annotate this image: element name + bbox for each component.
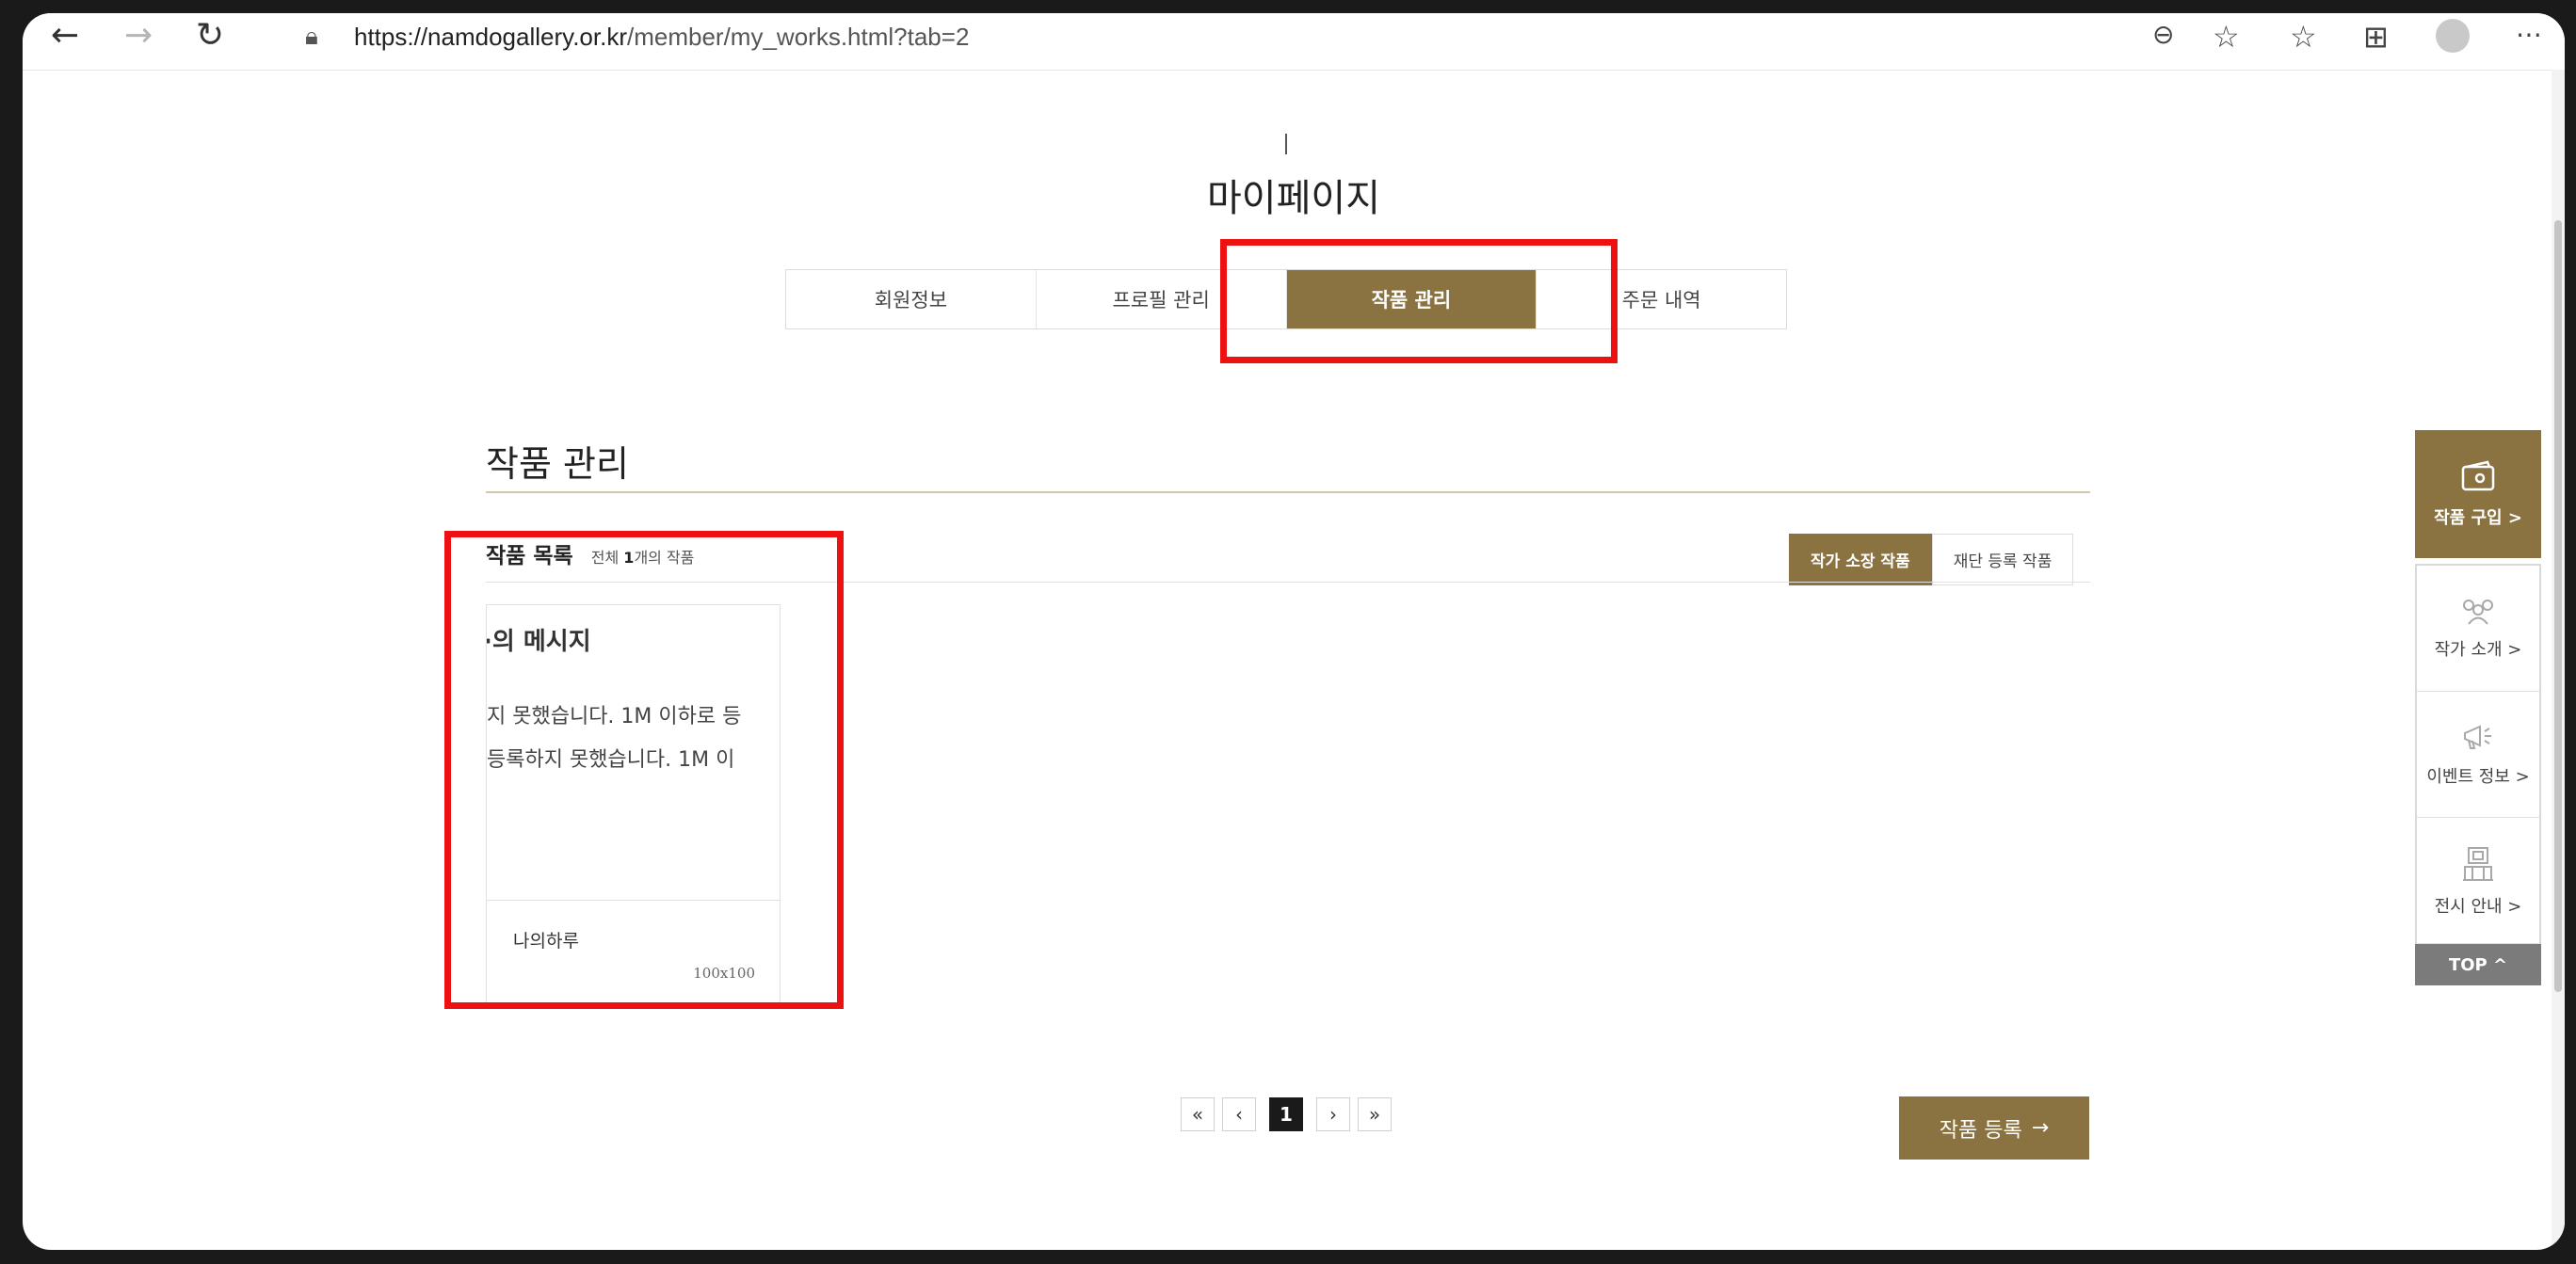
section-title: 작품 관리 [486,443,629,485]
browser-window: ← → ↻ 🔒︎ https://namdogallery.or.kr/memb… [23,13,2565,1250]
page-prev-button[interactable]: ‹ [1222,1097,1256,1131]
lock-icon: 🔒︎ [305,23,318,51]
title-divider [1285,134,1287,154]
forward-icon[interactable]: → [124,17,153,55]
tab-member-info[interactable]: 회원정보 [786,270,1037,328]
people-icon [2463,599,2493,625]
wallet-icon [2461,460,2495,491]
quick-event-info-label: 이벤트 정보 > [2426,766,2530,787]
tab-orders[interactable]: 주문 내역 [1537,270,1786,328]
thumbnail-message-line: 등록하지 못했습니다. 1M 이 [487,748,735,772]
register-work-label: 작품 등록 [1939,1118,2022,1143]
thumbnail-message-line: 지 못했습니다. 1M 이하로 등 [487,705,742,728]
quick-exhibition-guide-label: 전시 안내 > [2434,896,2522,917]
page-title: 마이페이지 [1207,177,1380,220]
work-title[interactable]: 나의하루 [513,927,579,952]
favorites-icon[interactable]: ☆ [2290,19,2317,55]
page-next-button[interactable]: › [1316,1097,1350,1131]
quick-exhibition-guide[interactable]: 전시 안내 > [2417,818,2539,944]
work-size: 100x100 [693,965,755,982]
works-count: 전체 1개의 작품 [590,549,695,567]
url-text[interactable]: https://namdogallery.or.kr/member/my_wor… [354,23,969,52]
refresh-icon[interactable]: ↻ [196,17,224,55]
list-header: 작품 목록 전체 1개의 작품 [486,537,694,569]
quick-menu-list: 작가 소개 > 이벤트 정보 > 전시 안내 > [2415,564,2541,944]
page-current-button[interactable]: 1 [1269,1097,1303,1131]
profile-avatar[interactable] [2436,19,2470,53]
list-title: 작품 목록 [486,544,573,568]
favorite-add-icon[interactable]: ☆ [2213,19,2240,55]
tab-profile[interactable]: 프로필 관리 [1037,270,1287,328]
section-divider [486,491,2090,493]
scroll-top-button[interactable]: TOP ^ [2415,944,2541,985]
list-divider [486,582,2090,583]
work-card[interactable]: ·의 메시지 지 못했습니다. 1M 이하로 등 등록하지 못했습니다. 1M … [486,604,781,1003]
filter-foundation-registered-button[interactable]: 재단 등록 작품 [1931,534,2074,585]
exhibition-icon [2463,846,2493,881]
scrollbar[interactable] [2552,70,2565,1250]
filter-artist-owned-button[interactable]: 작가 소장 작품 [1789,534,1932,585]
scrollbar-thumb[interactable] [2554,220,2562,992]
megaphone-icon [2464,724,2491,749]
arrow-right-icon: → [2031,1116,2050,1140]
work-thumbnail[interactable]: ·의 메시지 지 못했습니다. 1M 이하로 등 등록하지 못했습니다. 1M … [487,605,780,901]
thumbnail-message-title: ·의 메시지 [487,628,591,656]
page-first-button[interactable]: « [1181,1097,1215,1131]
browser-toolbar: ← → ↻ 🔒︎ https://namdogallery.or.kr/memb… [23,13,2565,71]
quick-artist-intro[interactable]: 작가 소개 > [2417,566,2539,692]
back-icon[interactable]: ← [51,17,79,55]
register-work-button[interactable]: 작품 등록 → [1899,1096,2089,1160]
collections-icon[interactable]: ⊞ [2363,19,2389,55]
tab-works[interactable]: 작품 관리 [1286,270,1538,328]
quick-buy-label: 작품 구입 > [2434,508,2522,528]
address-bar[interactable]: 🔒︎ https://namdogallery.or.kr/member/my_… [260,13,2237,62]
quick-event-info[interactable]: 이벤트 정보 > [2417,692,2539,818]
works-filter: 작가 소장 작품 재단 등록 작품 [1789,534,2074,585]
mypage-tabs: 회원정보 프로필 관리 작품 관리 주문 내역 [785,269,1787,329]
more-options-icon[interactable]: ⋯ [2516,19,2542,50]
zoom-icon[interactable]: ⊖ [2152,19,2174,50]
page-last-button[interactable]: » [1358,1097,1392,1131]
quick-buy-button[interactable]: 작품 구입 > [2415,430,2541,558]
quick-artist-intro-label: 작가 소개 > [2434,639,2522,660]
quick-menu: 작품 구입 > 작가 소개 > 이벤트 정보 > 전시 안내 > TOP ^ [2415,430,2541,985]
pagination: « ‹ 1 › » [1181,1097,1392,1131]
